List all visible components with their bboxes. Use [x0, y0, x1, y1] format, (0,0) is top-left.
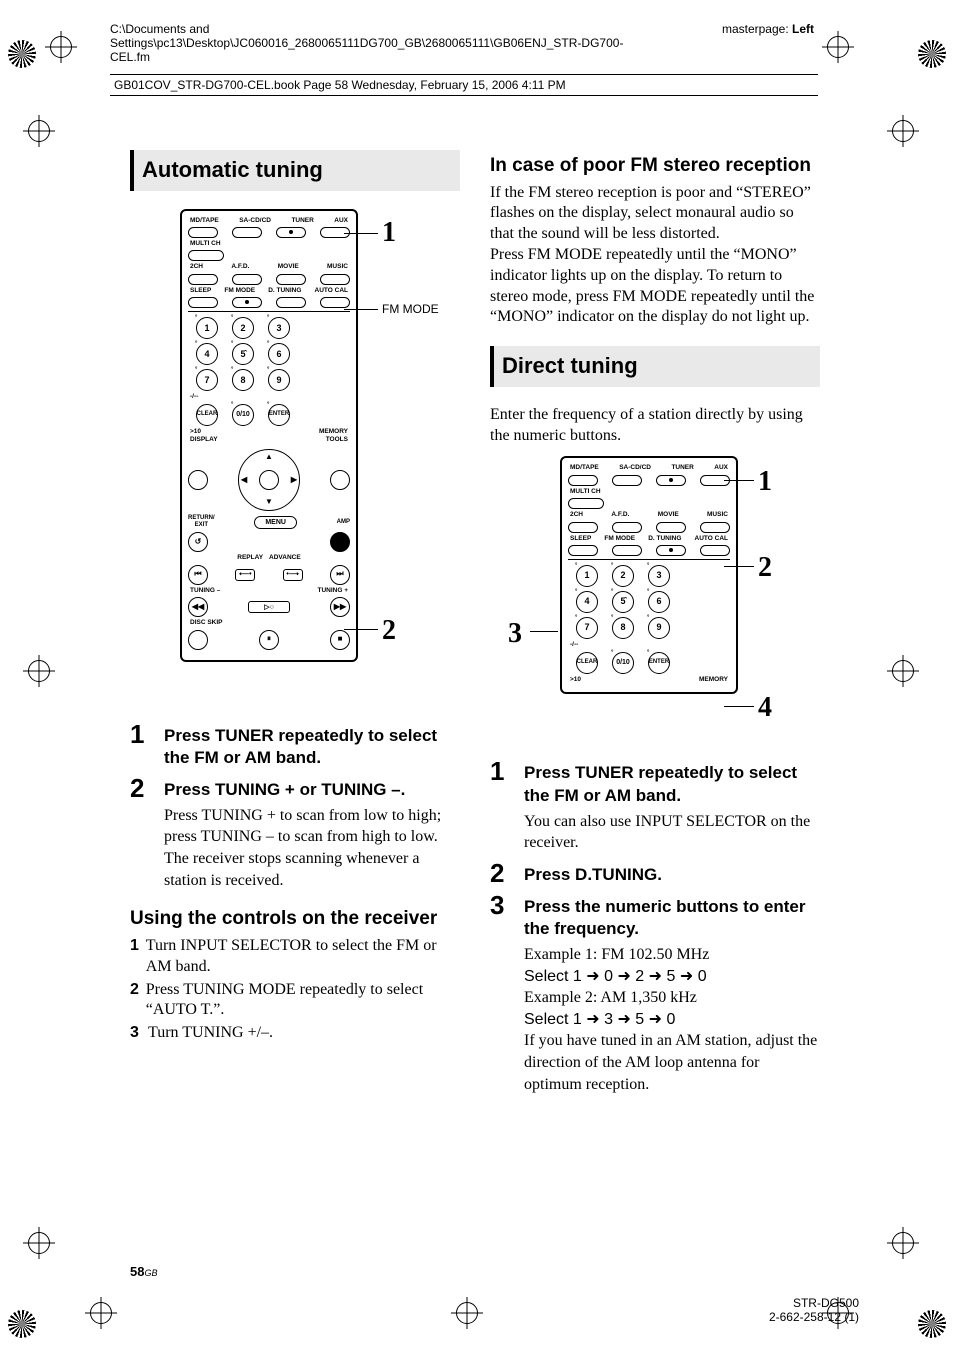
callout-d1: 1 [758, 464, 772, 500]
masterpage-label: masterpage: Left [722, 22, 814, 36]
book-line: GB01COV_STR-DG700-CEL.book Page 58 Wedne… [110, 74, 818, 96]
crop-mark-icon [28, 1232, 50, 1254]
callout-1: 1 [382, 215, 396, 251]
crop-mark-icon [456, 1302, 478, 1324]
crop-mark-icon [90, 1302, 112, 1324]
register-mark-icon [918, 1310, 946, 1338]
dstep-3: 3 Press the numeric buttons to enter the… [490, 892, 820, 1095]
section-direct-tuning: Direct tuning [490, 346, 820, 387]
subheading-controls: Using the controls on the receiver [130, 907, 460, 932]
step-2: 2 Press TUNING + or TUNING –. Press TUNI… [130, 775, 460, 891]
crop-mark-icon [892, 120, 914, 142]
dstep-2: 2 Press D.TUNING. [490, 860, 820, 886]
register-mark-icon [8, 1310, 36, 1338]
crop-mark-icon [50, 36, 72, 58]
dstep-1: 1 Press TUNER repeatedly to select the F… [490, 758, 820, 853]
crop-mark-icon [28, 120, 50, 142]
callout-d2: 2 [758, 550, 772, 586]
crop-mark-icon [28, 660, 50, 682]
crop-mark-icon [892, 1232, 914, 1254]
step-2-body: Press TUNING + to scan from low to high;… [164, 805, 460, 891]
dstep-3-body: Example 1: FM 102.50 MHz Select 1 ➜ 0 ➜ … [524, 944, 820, 1095]
file-path: C:\Documents and Settings\pc13\Desktop\J… [110, 22, 630, 64]
crop-mark-icon [892, 660, 914, 682]
controls-list: 1Turn INPUT SELECTOR to select the FM or… [130, 936, 460, 1044]
callout-d4: 4 [758, 690, 772, 726]
callout-2: 2 [382, 613, 396, 649]
page-header: C:\Documents and Settings\pc13\Desktop\J… [110, 22, 854, 96]
register-mark-icon [918, 40, 946, 68]
dpad-icon: ▲▼◀▶ [238, 449, 300, 511]
right-column: In case of poor FM stereo reception If t… [490, 150, 820, 1097]
direct-intro: Enter the frequency of a station directl… [490, 405, 820, 447]
section-automatic-tuning: Automatic tuning [130, 150, 460, 191]
left-column: Automatic tuning MD/TAPE SA-CD/CD TUNER … [130, 150, 460, 1097]
remote-outline-small: MD/TAPE SA-CD/CD TUNER AUX MULTI CH 2CH … [560, 456, 738, 694]
register-mark-icon [8, 40, 36, 68]
step-1: 1 Press TUNER repeatedly to select the F… [130, 721, 460, 769]
poor-reception-body: If the FM stereo reception is poor and “… [490, 183, 820, 329]
page-number: 58GB [130, 1264, 157, 1279]
remote-diagram-direct: MD/TAPE SA-CD/CD TUNER AUX MULTI CH 2CH … [490, 456, 820, 746]
callout-d3: 3 [508, 616, 522, 652]
remote-outline: MD/TAPE SA-CD/CD TUNER AUX MULTI CH 2CH … [180, 209, 358, 662]
footer-model: STR-DG500 2-662-258-12 (1) [769, 1296, 859, 1324]
callout-fm-mode: FM MODE [382, 302, 439, 318]
subheading-poor-reception: In case of poor FM stereo reception [490, 154, 820, 179]
remote-diagram-auto: MD/TAPE SA-CD/CD TUNER AUX MULTI CH 2CH … [130, 209, 460, 709]
